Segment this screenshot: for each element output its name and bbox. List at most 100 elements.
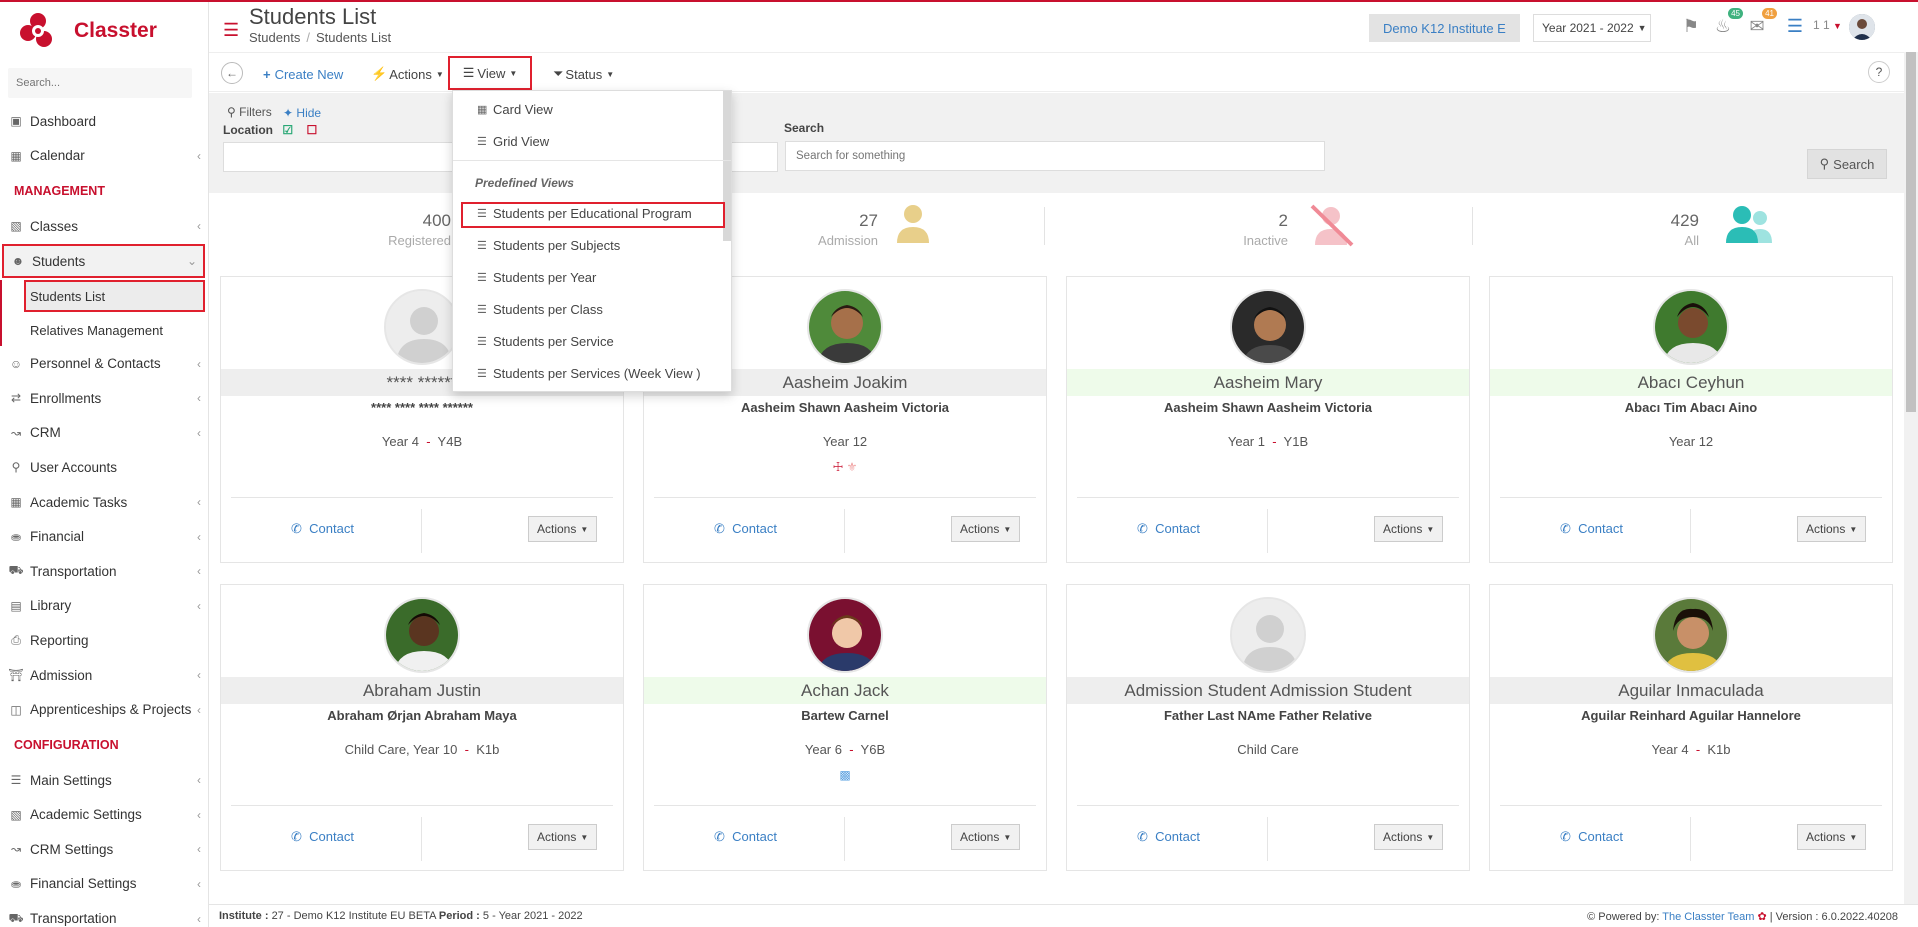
mail-icon[interactable]: ✉ 41 [1745,8,1777,38]
contact-link[interactable]: ✆ Contact [291,829,354,845]
student-name[interactable]: Aasheim Mary [1067,369,1469,396]
view-dropdown-button[interactable]: ☰ View ▼ [448,56,532,90]
stat-number: 2 [1278,211,1288,230]
stat-all[interactable]: 429 All [1472,193,1896,259]
user-count[interactable]: 1 1 ▼ [1813,18,1842,32]
create-new-button[interactable]: + Create New [257,61,349,87]
thermometer-icon[interactable]: ⚜ [847,460,858,474]
sidebar-item-apprenticeships[interactable]: ◫ Apprenticeships & Projects ‹ [0,692,208,727]
menu-item-card-view[interactable]: ▦ Card View [477,102,553,117]
uncheck-all-icon[interactable]: ☐ [306,123,317,137]
menu-item-per-class[interactable]: ☰ Students per Class [477,302,603,317]
actions-label: Actions [1383,830,1423,844]
notification-badge: 45 [1728,8,1743,19]
menu-item-grid-view[interactable]: ☰ Grid View [477,134,549,149]
sidebar-item-relatives-management[interactable]: Relatives Management [2,314,208,346]
sidebar-item-financial[interactable]: ⛂ Financial ‹ [0,519,208,554]
contact-link[interactable]: ✆ Contact [714,521,777,537]
card-actions-button[interactable]: Actions ▼ [1374,516,1444,542]
sidebar-item-transportation[interactable]: ⛟ Transportation ‹ [0,554,208,589]
student-name[interactable]: Abraham Justin [221,677,623,704]
sidebar-item-transportation-settings[interactable]: ⛟ Transportation ‹ [0,901,208,927]
back-button[interactable]: ← [221,62,243,84]
stat-inactive[interactable]: 2 Inactive [1044,193,1468,259]
institute-selector[interactable]: Demo K12 Institute E [1369,14,1520,42]
medical-kit-icon[interactable]: ☩ [833,460,844,474]
list-icon: ☰ [477,368,487,380]
table-icon: ▦ [477,104,488,116]
footer-institute: 27 - Demo K12 Institute EU BETA [271,910,436,922]
year-selector[interactable]: Year 2021 - 2022 ▼ [1533,14,1651,42]
menu-item-per-subjects[interactable]: ☰ Students per Subjects [477,238,620,253]
sidebar-item-dashboard[interactable]: ▣ Dashboard [0,104,208,139]
user-avatar[interactable] [1849,14,1875,40]
student-name[interactable]: Abacı Ceyhun [1490,369,1892,396]
sidebar-item-crm[interactable]: ↝ CRM ‹ [0,416,208,451]
sidebar-item-calendar[interactable]: ▦ Calendar ‹ [0,139,208,174]
sidebar-item-academic-settings[interactable]: ▧ Academic Settings ‹ [0,798,208,833]
menu-item-per-year[interactable]: ☰ Students per Year [477,270,596,285]
flag-icon[interactable]: ⚑ [1679,14,1703,38]
help-button[interactable]: ? [1868,61,1890,83]
contact-link[interactable]: ✆ Contact [291,521,354,537]
student-card[interactable]: Aguilar Inmaculada Aguilar Reinhard Agui… [1489,584,1893,871]
logo-text: Classter [74,19,157,42]
scrollbar-thumb[interactable] [1906,52,1916,412]
chevron-left-icon: ‹ [197,391,201,406]
contact-label: Contact [1578,829,1623,844]
sidebar-item-library[interactable]: ▤ Library ‹ [0,589,208,624]
student-name[interactable]: Achan Jack [644,677,1046,704]
sidebar-item-students-list[interactable]: Students List [24,280,205,313]
card-actions-button[interactable]: Actions ▼ [1797,516,1867,542]
sidebar-item-user-accounts[interactable]: ⚲ User Accounts [0,450,208,485]
student-card[interactable]: Achan Jack Bartew Carnel Year 6 - Y6B ▩ … [643,584,1047,871]
contact-link[interactable]: ✆ Contact [1560,829,1623,845]
bell-icon[interactable]: ♨ 45 [1711,8,1743,38]
page-scrollbar[interactable] [1904,52,1918,904]
sidebar-item-main-settings[interactable]: ☰ Main Settings ‹ [0,763,208,798]
logo[interactable]: Classter [18,10,157,52]
menu-item-per-services-week[interactable]: ☰ Students per Services (Week View ) [477,366,701,381]
card-actions-button[interactable]: Actions ▼ [951,516,1021,542]
check-all-icon[interactable]: ☑ [282,123,293,137]
contact-link[interactable]: ✆ Contact [714,829,777,845]
contact-link[interactable]: ✆ Contact [1137,829,1200,845]
hide-filters-link[interactable]: ✦ Hide [283,106,321,120]
menu-item-per-educational-program[interactable]: ☰ Students per Educational Program [477,206,692,221]
contact-link[interactable]: ✆ Contact [1137,521,1200,537]
id-card-icon[interactable]: ▩ [839,768,850,782]
sidebar-item-enrollments[interactable]: ⇄ Enrollments ‹ [0,381,208,416]
sidebar-item-financial-settings[interactable]: ⛂ Financial Settings ‹ [0,867,208,902]
sidebar-item-crm-settings[interactable]: ↝ CRM Settings ‹ [0,832,208,867]
student-name[interactable]: Aguilar Inmaculada [1490,677,1892,704]
layers-icon[interactable]: ☰ [1783,14,1807,38]
page-title: Students List [249,4,377,29]
sidebar-item-classes[interactable]: ▧ Classes ‹ [0,209,208,244]
sidebar-item-personnel[interactable]: ☺ Personnel & Contacts ‹ [0,346,208,381]
sliders-icon: ☰ [10,773,22,788]
student-card[interactable]: Abacı Ceyhun Abacı Tim Abacı Aino Year 1… [1489,276,1893,563]
sidebar-item-academic-tasks[interactable]: ▦ Academic Tasks ‹ [0,485,208,520]
contact-link[interactable]: ✆ Contact [1560,521,1623,537]
status-dropdown-button[interactable]: ⏷ Status ▼ [547,61,620,87]
sidebar-item-reporting[interactable]: ⎙ Reporting [0,623,208,658]
search-input[interactable] [785,141,1325,171]
menu-item-per-service[interactable]: ☰ Students per Service [477,334,614,349]
student-card[interactable]: Admission Student Admission Student Fath… [1066,584,1470,871]
card-actions-button[interactable]: Actions ▼ [528,824,598,850]
breadcrumb-item[interactable]: Students [249,30,300,45]
card-actions-button[interactable]: Actions ▼ [1797,824,1867,850]
sidebar-item-admission[interactable]: ⛩ Admission ‹ [0,658,208,693]
sidebar-search-input[interactable] [8,68,192,98]
card-actions-button[interactable]: Actions ▼ [1374,824,1444,850]
hamburger-icon[interactable]: ☰ [223,20,239,41]
student-card[interactable]: Aasheim Mary Aasheim Shawn Aasheim Victo… [1066,276,1470,563]
card-actions-button[interactable]: Actions ▼ [528,516,598,542]
student-card[interactable]: Abraham Justin Abraham Ørjan Abraham May… [220,584,624,871]
student-name[interactable]: Admission Student Admission Student [1067,677,1469,704]
classter-team-link[interactable]: The Classter Team [1662,911,1754,923]
card-actions-button[interactable]: Actions ▼ [951,824,1021,850]
search-button[interactable]: ⚲ Search [1807,149,1887,179]
sidebar-item-students[interactable]: ☻ Students ⌄ [2,243,205,279]
actions-dropdown-button[interactable]: ⚡ Actions ▼ [365,61,450,87]
